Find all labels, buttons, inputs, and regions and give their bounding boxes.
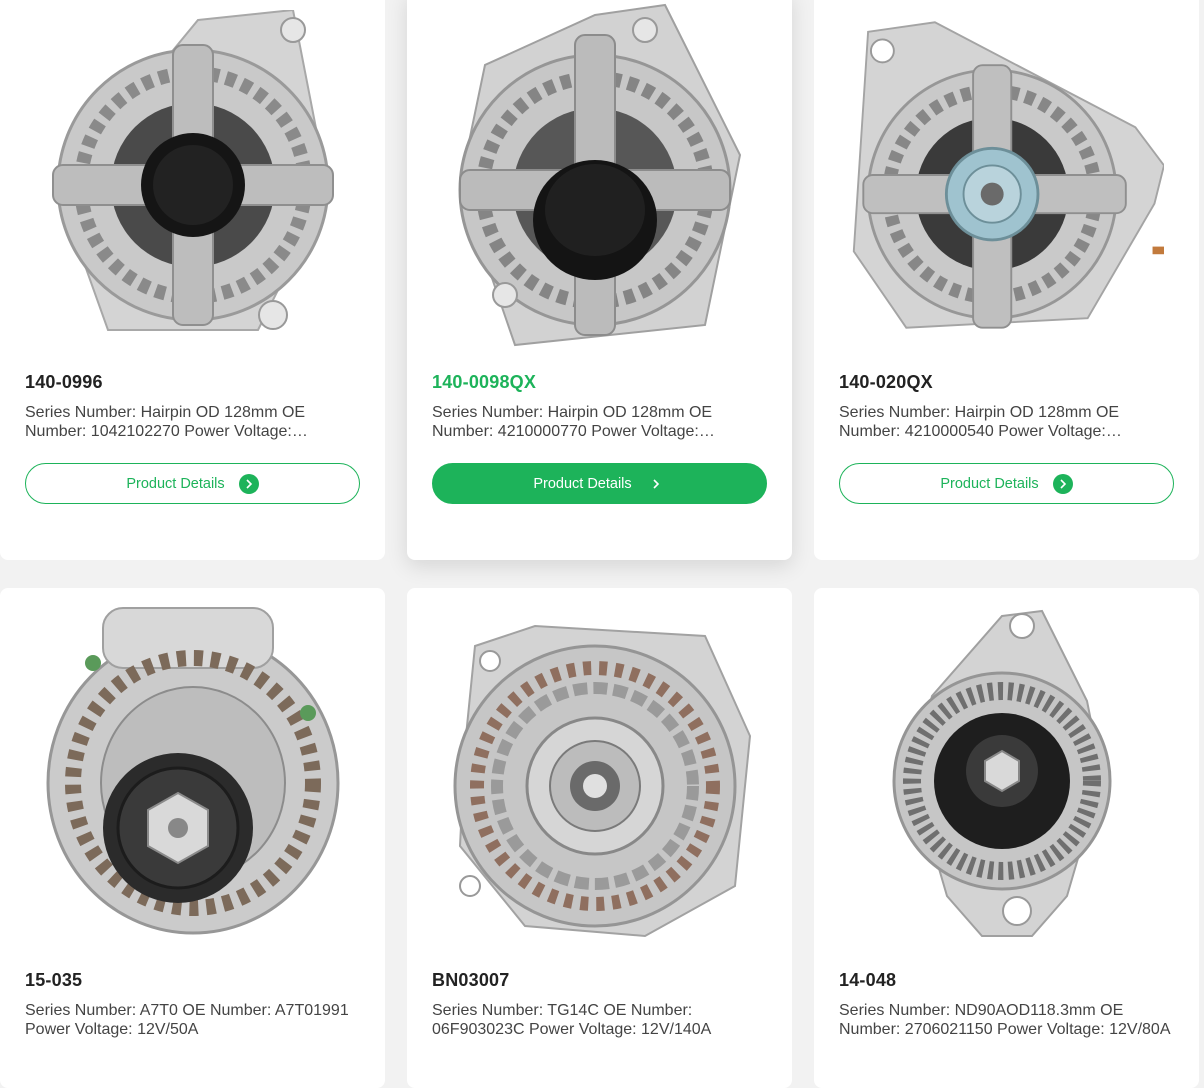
product-description: Series Number: Hairpin OD 128mm OE Numbe… (25, 404, 306, 440)
product-description: Series Number: TG14C OE Number: 06F90302… (432, 1002, 712, 1038)
alternator-icon (453, 624, 751, 937)
chevron-right-icon (646, 474, 666, 494)
product-description: Series Number: Hairpin OD 128mm OE Numbe… (839, 404, 1120, 440)
product-image[interactable] (442, 588, 757, 958)
product-description: Series Number: A7T0 OE Number: A7T01991 … (25, 1002, 349, 1038)
product-image[interactable] (35, 0, 350, 360)
alternator-icon (458, 3, 741, 347)
product-title[interactable]: 14-048 (839, 970, 896, 991)
product-title[interactable]: 140-020QX (839, 372, 933, 393)
product-description: Series Number: Hairpin OD 128mm OE Numbe… (432, 404, 713, 440)
chevron-right-icon (1052, 473, 1073, 494)
button-label: Product Details (533, 475, 632, 492)
alternator-icon (852, 21, 1164, 329)
button-label: Product Details (940, 475, 1039, 492)
product-title[interactable]: 140-0996 (25, 372, 103, 393)
product-details-button[interactable]: Product Details (839, 463, 1174, 504)
product-image[interactable] (442, 0, 757, 360)
button-label: Product Details (126, 475, 225, 492)
product-card[interactable]: 140-0098QX Series Number: Hairpin OD 128… (407, 0, 792, 560)
product-details-button[interactable]: Product Details (25, 463, 360, 504)
product-image[interactable] (35, 588, 350, 958)
product-title[interactable]: 15-035 (25, 970, 82, 991)
product-card[interactable]: 140-020QX Series Number: Hairpin OD 128m… (814, 0, 1199, 560)
chevron-right-icon (238, 473, 259, 494)
product-card[interactable]: 14-048 Series Number: ND90AOD118.3mm OE … (814, 588, 1199, 1088)
product-description: Series Number: ND90AOD118.3mm OE Number:… (839, 1002, 1171, 1038)
product-title[interactable]: BN03007 (432, 970, 509, 991)
alternator-icon (46, 607, 339, 935)
product-card[interactable]: BN03007 Series Number: TG14C OE Number: … (407, 588, 792, 1088)
product-card[interactable]: 140-0996 Series Number: Hairpin OD 128mm… (0, 0, 385, 560)
alternator-icon (892, 609, 1111, 937)
product-image[interactable] (849, 588, 1164, 958)
product-details-button[interactable]: Product Details (432, 463, 767, 504)
product-image[interactable] (849, 0, 1164, 360)
alternator-icon (51, 10, 334, 331)
product-title[interactable]: 140-0098QX (432, 372, 536, 393)
product-card[interactable]: 15-035 Series Number: A7T0 OE Number: A7… (0, 588, 385, 1088)
